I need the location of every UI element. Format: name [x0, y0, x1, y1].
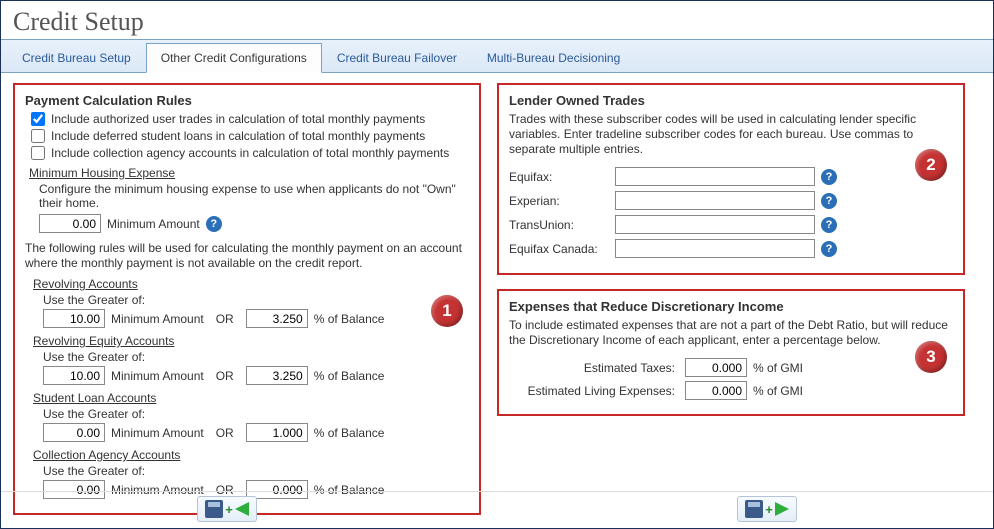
student-min-input[interactable]	[43, 423, 105, 442]
badge-1: 1	[431, 295, 463, 327]
or-label: OR	[216, 369, 234, 383]
rev-equity-pct-input[interactable]	[246, 366, 308, 385]
rev-equity-use-greater: Use the Greater of:	[43, 350, 469, 364]
pct-balance-label: % of Balance	[314, 369, 385, 383]
lender-title: Lender Owned Trades	[509, 93, 953, 108]
experian-input[interactable]	[615, 191, 815, 210]
rev-equity-heading: Revolving Equity Accounts	[33, 334, 469, 348]
badge-3: 3	[915, 341, 947, 373]
equifax-label: Equifax:	[509, 170, 609, 184]
student-min-label: Minimum Amount	[111, 426, 204, 440]
payment-calc-title: Payment Calculation Rules	[25, 93, 469, 108]
rev-equity-min-input[interactable]	[43, 366, 105, 385]
student-use-greater: Use the Greater of:	[43, 407, 469, 421]
help-icon[interactable]: ?	[206, 216, 222, 232]
revolving-heading: Revolving Accounts	[33, 277, 469, 291]
badge-2: 2	[915, 149, 947, 181]
pct-gmi-label: % of GMI	[753, 361, 803, 375]
transunion-input[interactable]	[615, 215, 815, 234]
est-living-input[interactable]	[685, 381, 747, 400]
plus-icon: +	[765, 502, 773, 517]
pct-balance-label: % of Balance	[314, 426, 385, 440]
help-icon[interactable]: ?	[821, 193, 837, 209]
pct-gmi-label: % of GMI	[753, 384, 803, 398]
chk-authorized-user-trades[interactable]	[31, 112, 45, 126]
equifax-canada-label: Equifax Canada:	[509, 242, 609, 256]
bottom-actions: + +	[1, 491, 993, 522]
revolving-use-greater: Use the Greater of:	[43, 293, 469, 307]
payment-calculation-rules-panel: Payment Calculation Rules Include author…	[13, 83, 481, 515]
min-housing-heading: Minimum Housing Expense	[29, 166, 469, 180]
or-label: OR	[216, 426, 234, 440]
content-area: Payment Calculation Rules Include author…	[1, 73, 993, 523]
tab-other-credit-configurations[interactable]: Other Credit Configurations	[146, 43, 322, 73]
help-icon[interactable]: ?	[821, 217, 837, 233]
expenses-panel: Expenses that Reduce Discretionary Incom…	[497, 289, 965, 416]
tab-multi-bureau-decisioning[interactable]: Multi-Bureau Decisioning	[472, 43, 635, 72]
save-icon	[745, 500, 763, 518]
transunion-label: TransUnion:	[509, 218, 609, 232]
expenses-title: Expenses that Reduce Discretionary Incom…	[509, 299, 953, 314]
collection-heading: Collection Agency Accounts	[33, 448, 469, 462]
equifax-input[interactable]	[615, 167, 815, 186]
tabs-bar: Credit Bureau Setup Other Credit Configu…	[1, 40, 993, 73]
page-title: Credit Setup	[1, 1, 993, 40]
revolving-min-input[interactable]	[43, 309, 105, 328]
min-housing-amount-input[interactable]	[39, 214, 101, 233]
arrow-right-icon	[775, 502, 789, 516]
save-next-button[interactable]: +	[737, 496, 797, 522]
min-housing-amount-label: Minimum Amount	[107, 217, 200, 231]
save-back-button[interactable]: +	[197, 496, 257, 522]
revolving-pct-input[interactable]	[246, 309, 308, 328]
chk-authorized-user-trades-label: Include authorized user trades in calcul…	[51, 112, 425, 126]
chk-collection-agency-accounts[interactable]	[31, 146, 45, 160]
est-taxes-input[interactable]	[685, 358, 747, 377]
help-icon[interactable]: ?	[821, 169, 837, 185]
chk-deferred-student-loans-label: Include deferred student loans in calcul…	[51, 129, 425, 143]
lender-desc: Trades with these subscriber codes will …	[509, 112, 953, 157]
revolving-min-label: Minimum Amount	[111, 312, 204, 326]
help-icon[interactable]: ?	[821, 241, 837, 257]
est-taxes-label: Estimated Taxes:	[509, 361, 679, 375]
min-housing-desc: Configure the minimum housing expense to…	[39, 182, 469, 210]
collection-use-greater: Use the Greater of:	[43, 464, 469, 478]
or-label: OR	[216, 312, 234, 326]
equifax-canada-input[interactable]	[615, 239, 815, 258]
chk-deferred-student-loans[interactable]	[31, 129, 45, 143]
lender-owned-trades-panel: Lender Owned Trades Trades with these su…	[497, 83, 965, 275]
expenses-desc: To include estimated expenses that are n…	[509, 318, 953, 348]
rules-description: The following rules will be used for cal…	[25, 241, 469, 271]
student-heading: Student Loan Accounts	[33, 391, 469, 405]
save-icon	[205, 500, 223, 518]
tab-credit-bureau-setup[interactable]: Credit Bureau Setup	[7, 43, 146, 72]
experian-label: Experian:	[509, 194, 609, 208]
plus-icon: +	[225, 502, 233, 517]
est-living-label: Estimated Living Expenses:	[509, 384, 679, 398]
student-pct-input[interactable]	[246, 423, 308, 442]
arrow-left-icon	[235, 502, 249, 516]
rev-equity-min-label: Minimum Amount	[111, 369, 204, 383]
tab-credit-bureau-failover[interactable]: Credit Bureau Failover	[322, 43, 472, 72]
pct-balance-label: % of Balance	[314, 312, 385, 326]
chk-collection-agency-accounts-label: Include collection agency accounts in ca…	[51, 146, 449, 160]
